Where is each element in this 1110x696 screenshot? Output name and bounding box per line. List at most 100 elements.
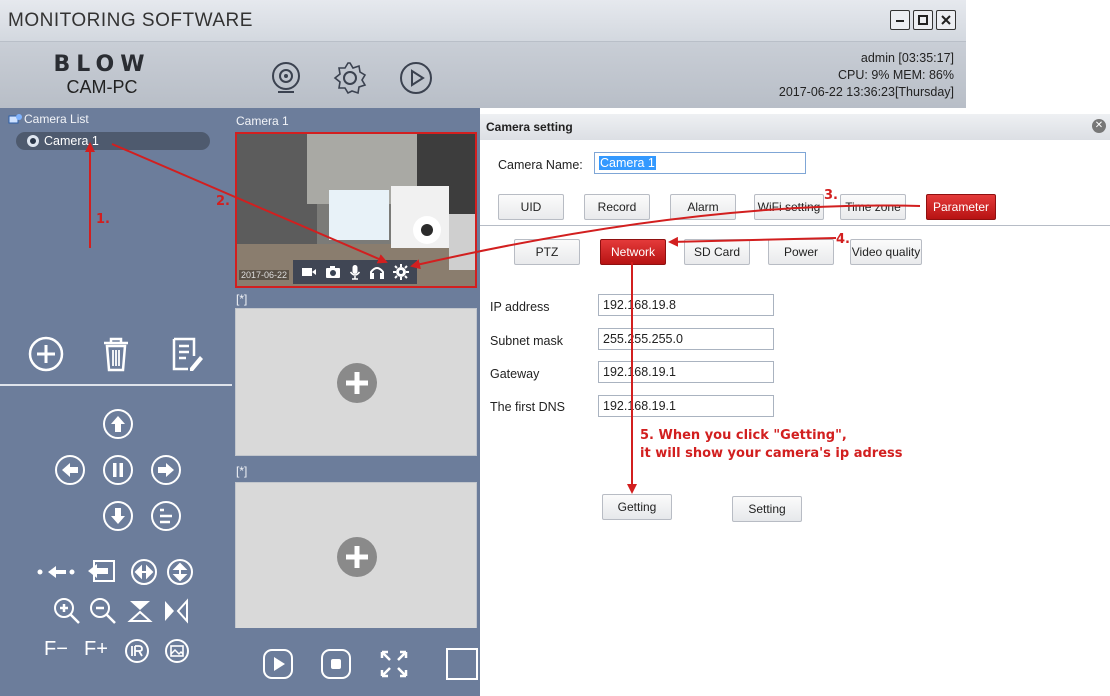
logo: BLOW CAM-PC: [52, 52, 152, 98]
zoom-out-icon[interactable]: [88, 596, 118, 626]
add-icon[interactable]: [26, 334, 66, 374]
date-time: 2017-06-22 13:36:23[Thursday]: [778, 85, 954, 99]
close-settings-icon[interactable]: ✕: [1092, 119, 1106, 133]
header: BLOW CAM-PC admin [03:35:17] CPU: 9% MEM…: [0, 42, 966, 108]
annotation-step-1: 1.: [96, 212, 110, 227]
tabs-divider: [480, 225, 1110, 226]
camera-timestamp: 2017-06-22: [239, 270, 290, 280]
video-record-icon[interactable]: [301, 265, 317, 279]
scan-left-icon[interactable]: [36, 560, 80, 584]
camera-view[interactable]: 2017-06-22: [235, 132, 477, 288]
camera-list-title: Camera List: [24, 112, 89, 126]
playback-bar: [232, 628, 480, 696]
subtab-sd-card[interactable]: SD Card: [684, 239, 750, 265]
trash-icon[interactable]: [96, 334, 136, 374]
ptz-pause-icon[interactable]: [102, 454, 134, 486]
subtab-ptz[interactable]: PTZ: [514, 239, 580, 265]
tab-uid[interactable]: UID: [498, 194, 564, 220]
tab-alarm[interactable]: Alarm: [670, 194, 736, 220]
vertical-scan-icon[interactable]: [166, 558, 194, 586]
focus-plus-button[interactable]: F+: [84, 638, 108, 661]
ptz-right-icon[interactable]: [150, 454, 182, 486]
sidebar: Camera List Camera 1 F− F+: [0, 108, 232, 696]
annotation-step-2: 2.: [216, 194, 230, 209]
system-info: admin [03:35:17] CPU: 9% MEM: 86% 2017-0…: [779, 50, 954, 101]
subtab-network[interactable]: Network: [600, 239, 666, 265]
annotation-step-3: 3.: [824, 188, 838, 203]
video-slot-3-title: [*]: [236, 464, 248, 478]
edit-icon[interactable]: [166, 334, 206, 374]
stop-button-icon[interactable]: [320, 648, 352, 680]
subtab-video-quality[interactable]: Video quality: [850, 239, 922, 265]
subnet-mask-label: Subnet mask: [490, 334, 563, 348]
app-window: MONITORING SOFTWARE BLOW CAM-PC admin [0…: [0, 0, 1110, 696]
snapshot-icon[interactable]: [325, 265, 341, 279]
gateway-label: Gateway: [490, 367, 540, 381]
camera-name-value: Camera 1: [599, 156, 656, 170]
first-dns-field[interactable]: 192.168.19.1: [598, 395, 774, 417]
settings-header: Camera setting ✕: [480, 114, 1110, 140]
scan-return-icon[interactable]: [86, 558, 116, 584]
webcam-icon: [27, 135, 39, 147]
mirror-icon[interactable]: [162, 598, 190, 624]
fullscreen-icon[interactable]: [378, 648, 410, 680]
flip-vertical-icon[interactable]: [126, 598, 154, 624]
add-camera-icon[interactable]: [335, 535, 379, 579]
camera-toolbar: [293, 260, 417, 284]
first-dns-label: The first DNS: [490, 400, 566, 414]
setting-button[interactable]: Setting: [732, 496, 802, 522]
ip-address-label: IP address: [490, 300, 550, 314]
focus-minus-button[interactable]: F−: [44, 638, 68, 661]
camera-list-item[interactable]: Camera 1: [16, 132, 210, 150]
subnet-mask-field[interactable]: 255.255.255.0: [598, 328, 774, 350]
microphone-icon[interactable]: [349, 264, 361, 280]
ptz-left-icon[interactable]: [54, 454, 86, 486]
gateway-field[interactable]: 192.168.19.1: [598, 361, 774, 383]
settings-title: Camera setting: [486, 120, 573, 134]
tab-time-zone[interactable]: Time zone: [840, 194, 906, 220]
camera-list-icon: [8, 114, 22, 124]
video-slot-3[interactable]: [235, 482, 477, 630]
ptz-up-icon[interactable]: [102, 408, 134, 440]
camera-icon[interactable]: [268, 60, 304, 96]
annotation-step-4: 4.: [836, 232, 850, 247]
tab-wifi-setting[interactable]: WiFi setting: [754, 194, 824, 220]
maximize-icon[interactable]: [913, 10, 933, 30]
add-camera-icon[interactable]: [335, 361, 379, 405]
panel-divider: [0, 384, 232, 386]
settings-gear-icon[interactable]: [332, 60, 368, 96]
image-settings-icon[interactable]: [164, 638, 190, 664]
subtab-power[interactable]: Power: [768, 239, 834, 265]
camera-tools: [26, 334, 206, 374]
single-view-button[interactable]: [446, 648, 478, 680]
camera-name-label: Camera Name:: [498, 158, 583, 172]
product-name: CAM-PC: [66, 77, 138, 97]
getting-button[interactable]: Getting: [602, 494, 672, 520]
tab-parameter[interactable]: Parameter: [926, 194, 996, 220]
camera-name-field[interactable]: Camera 1: [594, 152, 806, 174]
camera-list-item-label: Camera 1: [44, 134, 99, 148]
headphones-icon[interactable]: [369, 264, 385, 280]
ptz-down-icon[interactable]: [102, 500, 134, 532]
camera-settings-panel: Camera setting ✕ Camera Name: Camera 1 U…: [480, 108, 1110, 696]
horizontal-scan-icon[interactable]: [130, 558, 158, 586]
ip-address-field[interactable]: 192.168.19.8: [598, 294, 774, 316]
zoom-in-icon[interactable]: [52, 596, 82, 626]
tab-record[interactable]: Record: [584, 194, 650, 220]
cpu-mem: CPU: 9% MEM: 86%: [837, 68, 954, 82]
annotation-step-5-line-1: 5. When you click "Getting",: [640, 428, 847, 443]
video-slot-1-title: Camera 1: [236, 114, 289, 128]
ptz-preset-icon[interactable]: [150, 500, 182, 532]
close-icon[interactable]: [936, 10, 956, 30]
title-bar: MONITORING SOFTWARE: [0, 0, 966, 42]
window-controls: [890, 10, 956, 30]
minimize-icon[interactable]: [890, 10, 910, 30]
video-grid: Camera 1 2017-06-22 [*] [*]: [232, 108, 480, 696]
brand-logo: BLOW: [53, 52, 151, 77]
play-button-icon[interactable]: [262, 648, 294, 680]
app-title: MONITORING SOFTWARE: [8, 10, 253, 31]
gear-icon[interactable]: [393, 264, 409, 280]
play-icon[interactable]: [398, 60, 434, 96]
ir-icon[interactable]: [124, 638, 150, 664]
video-slot-2[interactable]: [235, 308, 477, 456]
